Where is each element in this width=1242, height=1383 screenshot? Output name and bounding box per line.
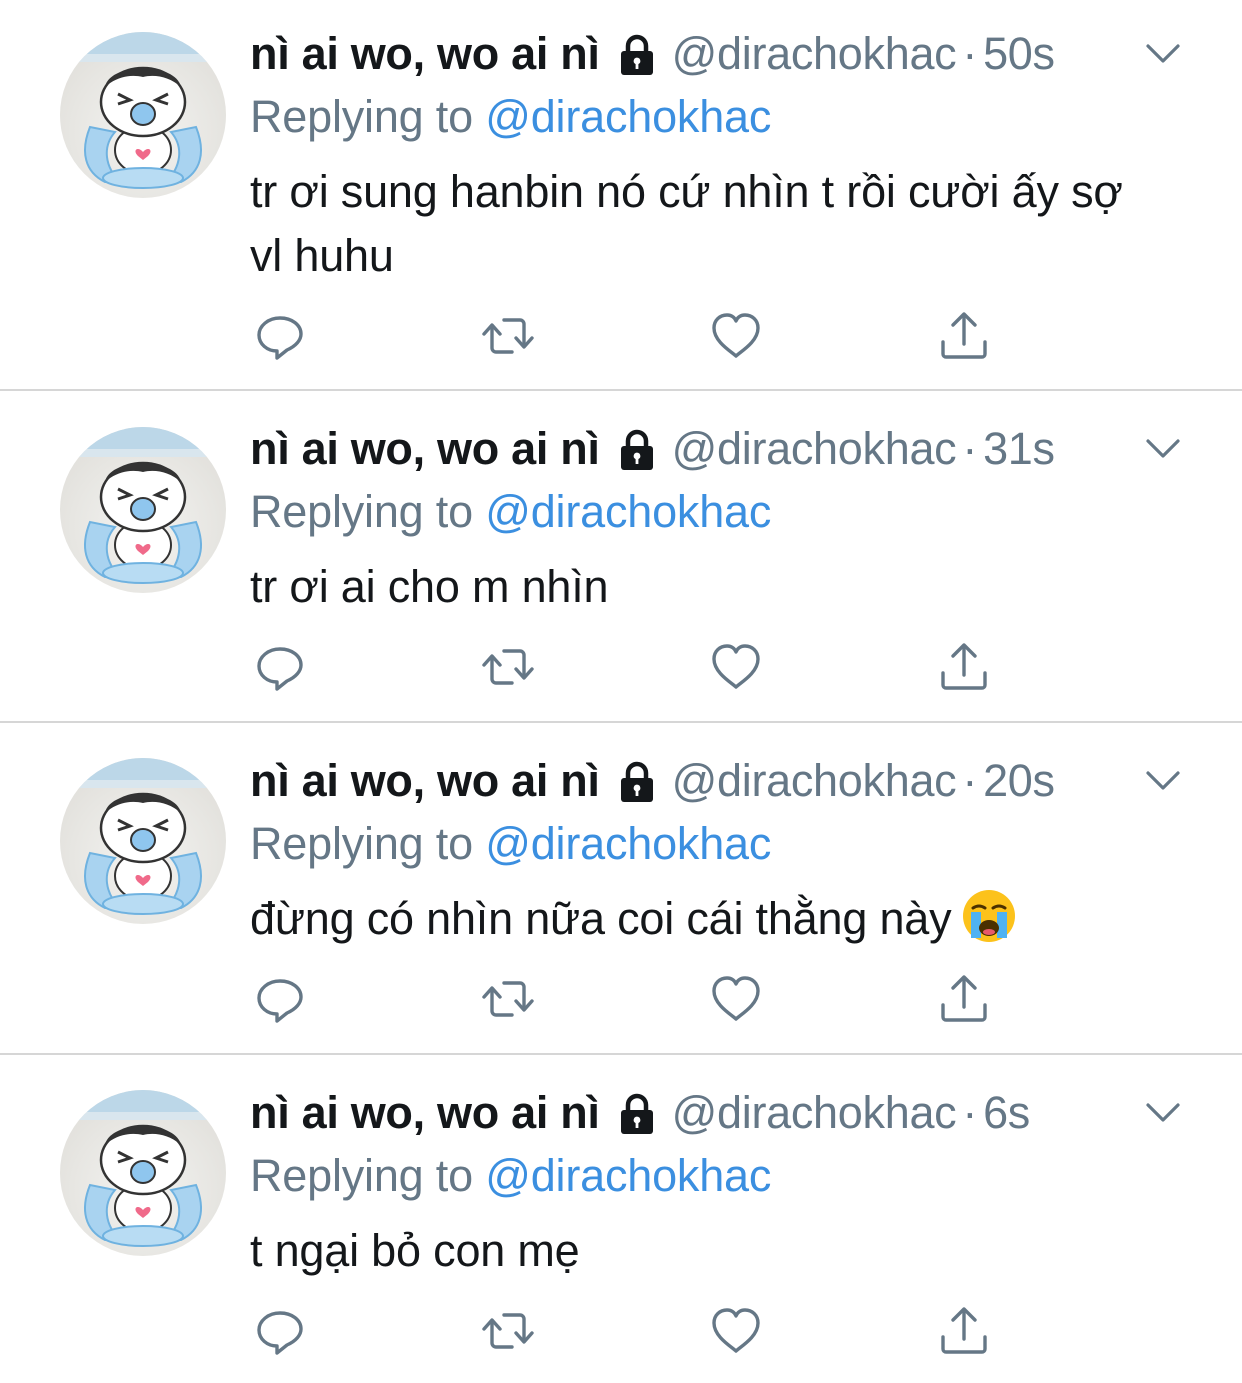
timestamp[interactable]: 31s (983, 419, 1055, 479)
like-button[interactable] (706, 637, 766, 697)
avatar[interactable] (60, 1090, 226, 1256)
replying-to: Replying to @dirachokhac (250, 481, 771, 543)
user-handle[interactable]: @dirachokhac (672, 751, 957, 811)
tweet[interactable]: nì ai wo, wo ai nì @dirachokhac · 50s Re… (0, 0, 1242, 390)
retweet-icon (482, 318, 534, 354)
replying-to: Replying to @dirachokhac (250, 1145, 771, 1207)
heart-icon (712, 976, 760, 1021)
share-button[interactable] (934, 969, 994, 1029)
tweet-text: tr ơi ai cho m nhìn (250, 555, 1210, 619)
lock-icon (614, 1091, 660, 1137)
replying-label: Replying to (250, 818, 473, 869)
tweet-text-line: t ngại bỏ con mẹ (250, 1225, 580, 1276)
display-name[interactable]: nì ai wo, wo ai nì (250, 1083, 600, 1143)
tweet-actions (250, 969, 1030, 1029)
tweet[interactable]: nì ai wo, wo ai nì @dirachokhac · 6s Rep… (0, 1055, 1242, 1383)
tweet-text-line: vl huhu (250, 230, 394, 281)
avatar[interactable] (60, 427, 226, 593)
like-button[interactable] (706, 969, 766, 1029)
like-button[interactable] (706, 1301, 766, 1361)
heart-icon (712, 644, 760, 689)
reply-icon (257, 1311, 303, 1355)
reply-button[interactable] (250, 1301, 310, 1361)
retweet-button[interactable] (478, 1301, 538, 1361)
replying-handle-link[interactable]: @dirachokhac (485, 818, 771, 869)
heart-icon (712, 1308, 760, 1353)
chevron-down-icon[interactable] (1140, 30, 1186, 76)
replying-label: Replying to (250, 1150, 473, 1201)
retweet-icon (482, 1313, 534, 1349)
replying-handle-link[interactable]: @dirachokhac (485, 91, 771, 142)
tweet-text-content: đừng có nhìn nữa coi cái thằng này (250, 893, 952, 944)
reply-button[interactable] (250, 969, 310, 1029)
share-icon (941, 1307, 987, 1354)
tweet-text: t ngại bỏ con mẹ (250, 1219, 1210, 1283)
replying-to: Replying to @dirachokhac (250, 813, 771, 875)
tweet-text-line: đừng có nhìn nữa coi cái thằng này (250, 887, 1210, 951)
separator-dot: · (962, 28, 978, 79)
timestamp[interactable]: 20s (983, 751, 1055, 811)
avatar[interactable] (60, 758, 226, 924)
tweet-text-line: tr ơi sung hanbin nó cứ nhìn t rồi cười … (250, 166, 1123, 217)
reply-button[interactable] (250, 637, 310, 697)
lock-icon (614, 759, 660, 805)
retweet-icon (482, 649, 534, 685)
user-handle[interactable]: @dirachokhac (672, 419, 957, 479)
chevron-down-icon[interactable] (1140, 425, 1186, 471)
user-handle[interactable]: @dirachokhac (672, 24, 957, 84)
replying-handle-link[interactable]: @dirachokhac (485, 486, 771, 537)
timestamp[interactable]: 6s (983, 1083, 1030, 1143)
reply-icon (257, 979, 303, 1023)
tweet[interactable]: nì ai wo, wo ai nì @dirachokhac · 31s Re… (0, 391, 1242, 721)
display-name[interactable]: nì ai wo, wo ai nì (250, 751, 600, 811)
tweet[interactable]: nì ai wo, wo ai nì @dirachokhac · 20s Re… (0, 723, 1242, 1053)
separator-dot: · (962, 755, 978, 806)
display-name[interactable]: nì ai wo, wo ai nì (250, 419, 600, 479)
tweet-actions (250, 306, 1030, 366)
lock-icon (614, 427, 660, 473)
share-button[interactable] (934, 306, 994, 366)
replying-handle-link[interactable]: @dirachokhac (485, 1150, 771, 1201)
user-handle[interactable]: @dirachokhac (672, 1083, 957, 1143)
reply-button[interactable] (250, 306, 310, 366)
tweet-text: đừng có nhìn nữa coi cái thằng này (250, 887, 1210, 951)
tweet-text-line: tr ơi ai cho m nhìn (250, 561, 609, 612)
like-button[interactable] (706, 306, 766, 366)
retweet-icon (482, 981, 534, 1017)
share-icon (941, 975, 987, 1022)
tweet-text: tr ơi sung hanbin nó cứ nhìn t rồi cười … (250, 160, 1210, 288)
display-name[interactable]: nì ai wo, wo ai nì (250, 24, 600, 84)
chevron-down-icon[interactable] (1140, 1089, 1186, 1135)
separator-dot: · (962, 423, 978, 474)
lock-icon (614, 32, 660, 78)
retweet-button[interactable] (478, 969, 538, 1029)
tweet-actions (250, 637, 1030, 697)
tweet-actions (250, 1301, 1030, 1361)
timestamp[interactable]: 50s (983, 24, 1055, 84)
retweet-button[interactable] (478, 306, 538, 366)
retweet-button[interactable] (478, 637, 538, 697)
reply-icon (257, 316, 303, 360)
share-button[interactable] (934, 637, 994, 697)
loudly-crying-face-emoji-icon (961, 888, 1017, 944)
share-icon (941, 312, 987, 359)
share-button[interactable] (934, 1301, 994, 1361)
share-icon (941, 643, 987, 690)
heart-icon (712, 313, 760, 358)
chevron-down-icon[interactable] (1140, 757, 1186, 803)
reply-icon (257, 647, 303, 691)
replying-label: Replying to (250, 486, 473, 537)
avatar[interactable] (60, 32, 226, 198)
replying-to: Replying to @dirachokhac (250, 86, 771, 148)
replying-label: Replying to (250, 91, 473, 142)
separator-dot: · (962, 1087, 978, 1138)
